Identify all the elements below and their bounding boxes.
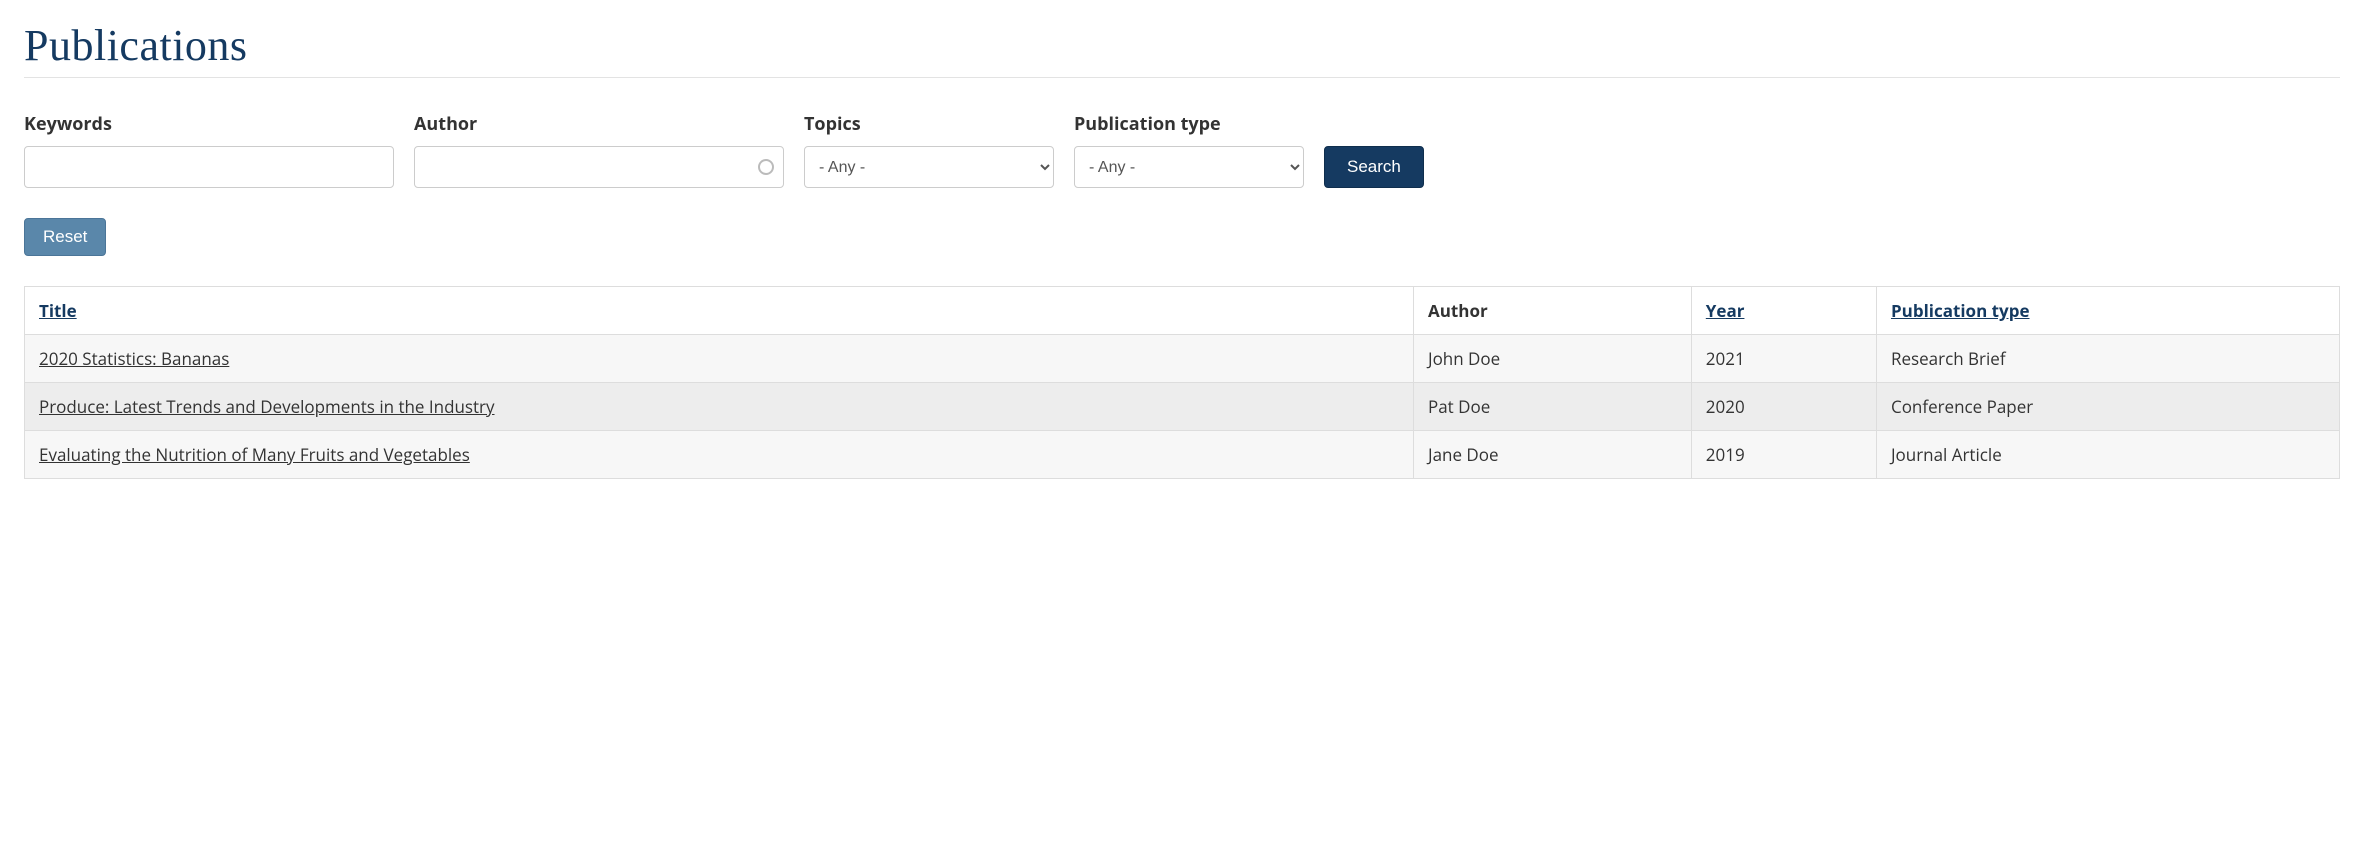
row-title-link[interactable]: 2020 Statistics: Bananas (39, 347, 229, 370)
topics-select[interactable]: - Any - (804, 146, 1054, 188)
row-author: Jane Doe (1414, 431, 1692, 479)
table-header-row: Title Author Year Publication type (25, 287, 2340, 335)
row-author: Pat Doe (1414, 383, 1692, 431)
row-year: 2019 (1691, 431, 1876, 479)
filter-keywords: Keywords (24, 112, 394, 188)
row-author: John Doe (1414, 335, 1692, 383)
table-row: Produce: Latest Trends and Developments … (25, 383, 2340, 431)
pubtype-select[interactable]: - Any - (1074, 146, 1304, 188)
keywords-input[interactable] (24, 146, 394, 188)
pubtype-label: Publication type (1074, 112, 1304, 136)
filter-pubtype: Publication type - Any - (1074, 112, 1304, 188)
autocomplete-spinner-icon (758, 159, 774, 175)
row-title-link[interactable]: Evaluating the Nutrition of Many Fruits … (39, 443, 470, 466)
sort-year-link[interactable]: Year (1706, 299, 1745, 322)
row-pubtype: Conference Paper (1876, 383, 2339, 431)
table-row: 2020 Statistics: Bananas John Doe 2021 R… (25, 335, 2340, 383)
divider (24, 77, 2340, 78)
topics-label: Topics (804, 112, 1054, 136)
row-pubtype: Journal Article (1876, 431, 2339, 479)
row-pubtype: Research Brief (1876, 335, 2339, 383)
sort-pubtype-link[interactable]: Publication type (1891, 299, 2030, 322)
results-table: Title Author Year Publication type 2020 … (24, 286, 2340, 479)
keywords-label: Keywords (24, 112, 394, 136)
filter-row: Keywords Author Topics - Any - Publicati… (24, 112, 2340, 188)
reset-button[interactable]: Reset (24, 218, 106, 256)
row-title-link[interactable]: Produce: Latest Trends and Developments … (39, 395, 495, 418)
filter-topics: Topics - Any - (804, 112, 1054, 188)
author-label: Author (414, 112, 784, 136)
header-author: Author (1414, 287, 1692, 335)
page-title: Publications (24, 20, 2340, 71)
row-year: 2021 (1691, 335, 1876, 383)
author-input[interactable] (414, 146, 784, 188)
sort-title-link[interactable]: Title (39, 299, 77, 322)
search-button[interactable]: Search (1324, 146, 1424, 188)
table-row: Evaluating the Nutrition of Many Fruits … (25, 431, 2340, 479)
filter-author: Author (414, 112, 784, 188)
row-year: 2020 (1691, 383, 1876, 431)
